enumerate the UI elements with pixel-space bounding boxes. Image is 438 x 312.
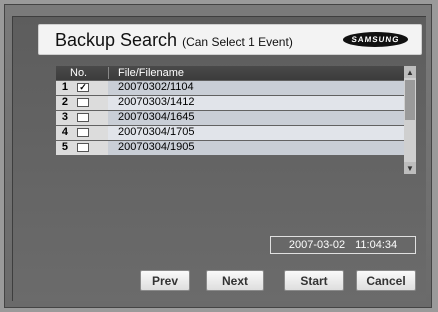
row-number: 1: [61, 81, 68, 93]
header-no: No.: [70, 67, 88, 79]
triangle-down-icon[interactable]: ▼: [404, 162, 416, 174]
title-text: Backup Search: [55, 30, 178, 50]
row-filename-cell: 20070303/1412: [108, 96, 404, 110]
triangle-up-icon[interactable]: ▲: [404, 66, 416, 78]
row-checkbox[interactable]: [77, 128, 89, 137]
row-filename: 20070304/1645: [118, 111, 195, 123]
table-row[interactable]: 1 ✓ 20070302/1104: [56, 81, 404, 95]
header-divider: [108, 67, 109, 79]
scrollbar[interactable]: ▲ ▼: [404, 66, 416, 174]
row-number-cell: 1 ✓: [56, 81, 108, 95]
table-row[interactable]: 4 20070304/1705: [56, 126, 404, 140]
start-button[interactable]: Start: [284, 270, 344, 291]
table-row[interactable]: 5 20070304/1905: [56, 141, 404, 155]
row-number-cell: 5: [56, 141, 108, 155]
scrollbar-thumb[interactable]: [405, 80, 415, 120]
cancel-button[interactable]: Cancel: [356, 270, 416, 291]
prev-button[interactable]: Prev: [140, 270, 190, 291]
next-button[interactable]: Next: [206, 270, 264, 291]
row-filename: 20070304/1905: [118, 141, 195, 153]
table-header: No. File/Filename: [56, 66, 404, 80]
row-filename: 20070304/1705: [118, 126, 195, 138]
header-filename: File/Filename: [118, 67, 185, 79]
time-text: 11:04:34: [355, 239, 398, 251]
logo-text: SAMSUNG: [351, 35, 400, 44]
row-filename-cell: 20070302/1104: [108, 81, 404, 95]
row-number-cell: 4: [56, 126, 108, 140]
row-number: 5: [61, 141, 68, 153]
title-subtitle: (Can Select 1 Event): [182, 35, 293, 49]
row-number-cell: 2: [56, 96, 108, 110]
dialog-title: Backup Search (Can Select 1 Event): [55, 30, 293, 51]
row-checkbox[interactable]: ✓: [77, 83, 89, 92]
row-filename: 20070303/1412: [118, 96, 195, 108]
row-filename-cell: 20070304/1705: [108, 126, 404, 140]
row-number: 3: [61, 111, 68, 123]
datetime-display: 2007-03-02 11:04:34: [270, 236, 416, 254]
table-row[interactable]: 2 20070303/1412: [56, 96, 404, 110]
row-checkbox[interactable]: [77, 98, 89, 107]
title-bar: Backup Search (Can Select 1 Event) SAMSU…: [38, 24, 422, 55]
row-number: 2: [61, 96, 68, 108]
row-filename-cell: 20070304/1645: [108, 111, 404, 125]
row-filename: 20070302/1104: [118, 81, 194, 93]
row-number-cell: 3: [56, 111, 108, 125]
row-number: 4: [61, 126, 68, 138]
date-text: 2007-03-02: [288, 239, 346, 251]
samsung-logo: SAMSUNG: [342, 32, 409, 47]
row-checkbox[interactable]: [77, 113, 89, 122]
file-table: No. File/Filename 1 ✓ 20070302/1104 2 20…: [56, 66, 416, 174]
row-checkbox[interactable]: [77, 143, 89, 152]
row-filename-cell: 20070304/1905: [108, 141, 404, 155]
table-row[interactable]: 3 20070304/1645: [56, 111, 404, 125]
